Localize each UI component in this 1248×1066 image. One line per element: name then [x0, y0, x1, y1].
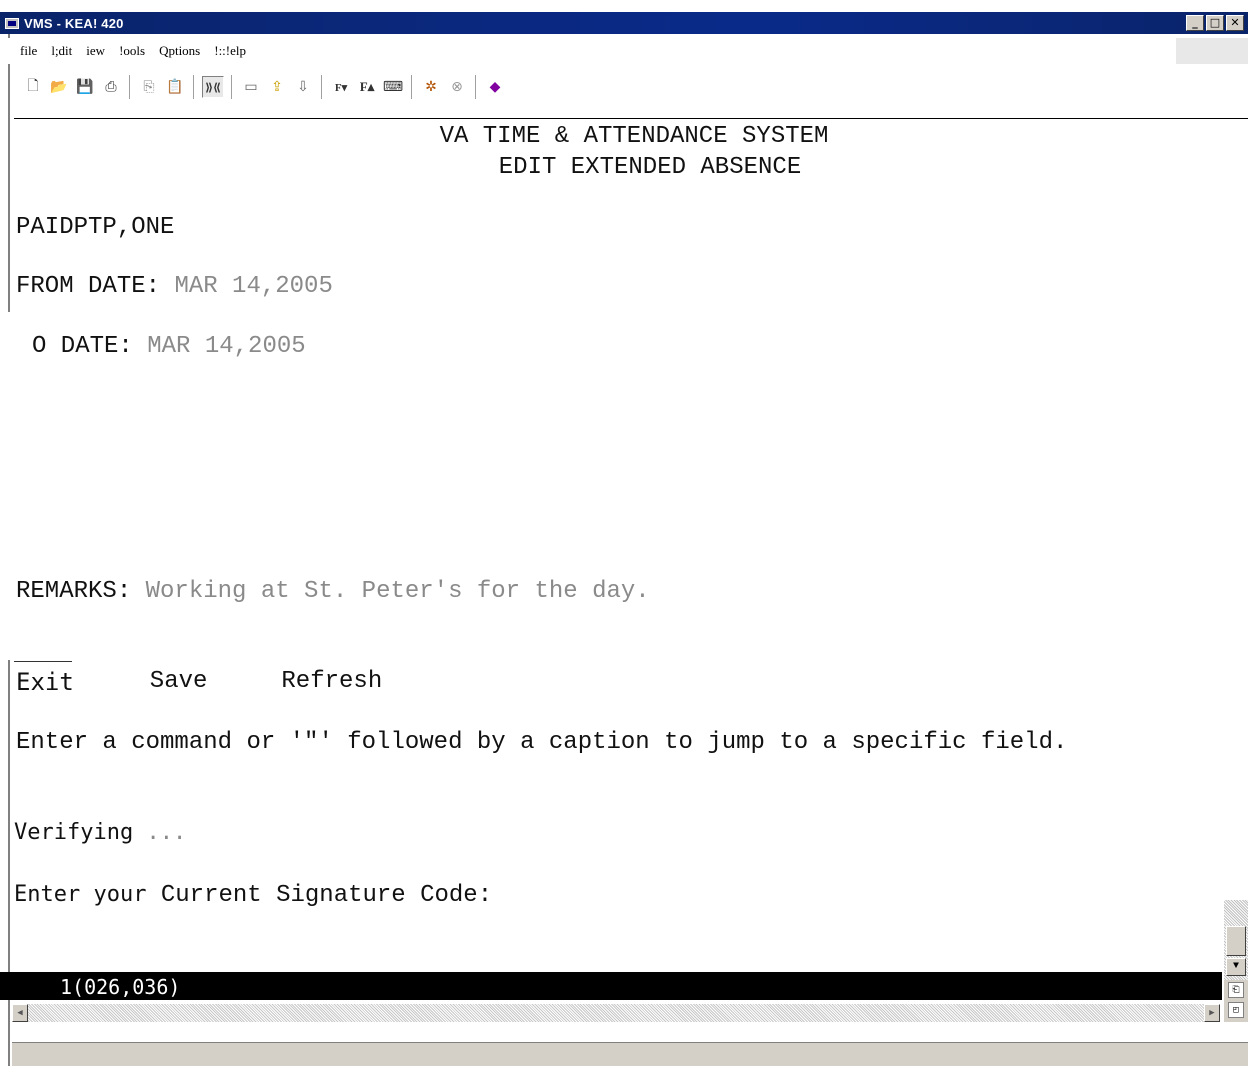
- bottom-status-panel: [12, 1042, 1248, 1066]
- window-left-edge-lower: [8, 660, 10, 1066]
- to-date-field[interactable]: MAR 14,2005: [147, 333, 305, 360]
- receive-icon[interactable]: ⇪: [266, 76, 288, 98]
- menu-bar-filler: [1176, 38, 1248, 64]
- screen-subtitle: EDIT EXTENDED ABSENCE: [498, 154, 802, 181]
- menu-file[interactable]: file: [20, 43, 37, 59]
- from-date-label: FROM DATE:: [16, 273, 161, 300]
- keyboard-icon[interactable]: ⌨: [382, 76, 404, 98]
- print-icon[interactable]: ⎙: [100, 76, 122, 98]
- remarks-field[interactable]: Working at St. Peter's for the day.: [146, 578, 650, 605]
- send-icon[interactable]: ▭: [240, 76, 262, 98]
- macro-icon[interactable]: ✲: [420, 76, 442, 98]
- toolbar-separator: [193, 75, 195, 99]
- signature-prompt-row: Enter your Current Signature Code:: [14, 882, 492, 909]
- scroll-right-arrow-icon[interactable]: ▶: [1204, 1004, 1220, 1022]
- verifying-dots: ...: [146, 820, 187, 845]
- toolbar-separator: [411, 75, 413, 99]
- paste-icon[interactable]: 📋: [164, 76, 186, 98]
- save-command[interactable]: Save: [150, 668, 208, 696]
- verifying-row: Verifying ...: [14, 820, 186, 845]
- toolbar-separator: [321, 75, 323, 99]
- to-date-row: O DATE: MAR 14,2005: [32, 333, 306, 360]
- window-title: VMS - KEA! 420: [24, 15, 124, 31]
- page-icon[interactable]: ⎗: [1228, 982, 1244, 998]
- close-button[interactable]: ✕: [1226, 15, 1244, 31]
- screen-title: VA TIME & ATTENDANCE SYSTEM: [439, 123, 829, 150]
- stop-icon[interactable]: ⊗: [446, 76, 468, 98]
- connect-icon[interactable]: ⟫⟪: [202, 76, 224, 98]
- minimize-button[interactable]: _: [1186, 15, 1204, 31]
- toolbar: 🗋 📂 💾 ⎙ ⎘ 📋 ⟫⟪ ▭ ⇪ ⇩ F▾ F▴ ⌨ ✲ ⊗ ◆: [22, 70, 642, 104]
- signature-prompt[interactable]: Current Signature Code:: [161, 882, 492, 909]
- scroll-thumb[interactable]: [1226, 926, 1246, 956]
- status-bar: 1(026,036): [0, 972, 1222, 1000]
- employee-name: PAIDPTP,ONE: [16, 214, 175, 241]
- command-bar: Exit Save Refresh: [16, 668, 452, 696]
- menu-help[interactable]: !::!elp: [214, 43, 246, 59]
- save-icon[interactable]: 💾: [74, 76, 96, 98]
- menu-edit[interactable]: l;dit: [51, 43, 72, 59]
- resize-icon[interactable]: ◰: [1228, 1002, 1244, 1018]
- cursor-position: 1(026,036): [60, 975, 181, 999]
- maximize-button[interactable]: □: [1206, 15, 1224, 31]
- to-date-label: O DATE:: [32, 333, 133, 360]
- remarks-label: REMARKS:: [16, 578, 132, 605]
- new-icon[interactable]: 🗋: [22, 76, 44, 98]
- font-down-icon[interactable]: F▾: [330, 76, 352, 98]
- toolbar-separator: [231, 75, 233, 99]
- toolbar-separator: [129, 75, 131, 99]
- corner-controls: ⎗ ◰: [1224, 980, 1248, 1022]
- scroll-left-arrow-icon[interactable]: ◀: [12, 1004, 28, 1022]
- window-controls: _ □ ✕: [1186, 15, 1244, 31]
- remarks-row: REMARKS: Working at St. Peter's for the …: [16, 578, 650, 605]
- refresh-command[interactable]: Refresh: [281, 668, 382, 696]
- menu-bar: file l;dit iew !ools Qptions !::!elp: [0, 38, 1248, 64]
- exit-command[interactable]: Exit: [16, 668, 74, 696]
- scroll-down-arrow-icon[interactable]: ▼: [1226, 958, 1246, 976]
- verifying-label: Verifying: [14, 820, 134, 845]
- transfer-icon[interactable]: ⇩: [292, 76, 314, 98]
- menu-tools[interactable]: !ools: [119, 43, 145, 59]
- help-book-icon[interactable]: ◆: [484, 76, 506, 98]
- from-date-field[interactable]: MAR 14,2005: [174, 273, 332, 300]
- command-help-text: Enter a command or '"' followed by a cap…: [16, 729, 1068, 756]
- exit-highlight: [14, 661, 72, 662]
- toolbar-separator: [475, 75, 477, 99]
- terminal-app-icon: [5, 17, 19, 29]
- open-icon[interactable]: 📂: [48, 76, 70, 98]
- from-date-row: FROM DATE: MAR 14,2005: [16, 273, 333, 300]
- signature-prefix: Enter your: [14, 882, 147, 907]
- menu-view[interactable]: iew: [86, 43, 105, 59]
- horizontal-scrollbar[interactable]: ◀ ▶: [12, 1004, 1220, 1022]
- font-up-icon[interactable]: F▴: [356, 76, 378, 98]
- title-bar[interactable]: VMS - KEA! 420 _ □ ✕: [0, 12, 1248, 34]
- menu-options[interactable]: Qptions: [159, 43, 200, 59]
- toolbar-divider: [14, 118, 1248, 119]
- copy-icon[interactable]: ⎘: [138, 76, 160, 98]
